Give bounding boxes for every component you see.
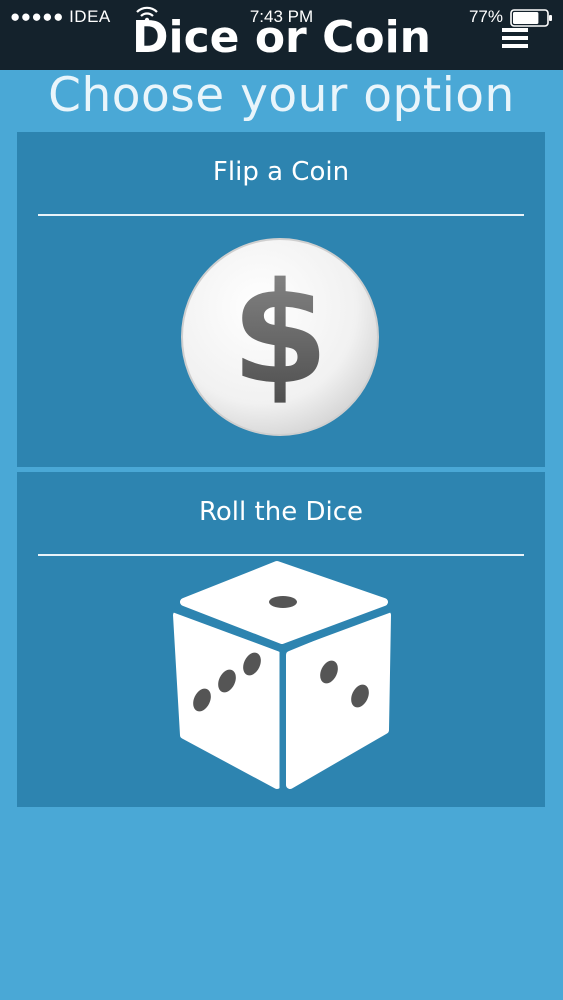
- dice-icon[interactable]: [172, 560, 392, 790]
- app-title: Dice or Coin: [131, 12, 432, 63]
- menu-button[interactable]: [502, 28, 530, 54]
- svg-text:$: $: [231, 253, 328, 416]
- flip-coin-option[interactable]: Flip a Coin $: [17, 132, 545, 467]
- hamburger-menu-icon: [502, 28, 530, 48]
- divider: [38, 554, 524, 556]
- roll-dice-option[interactable]: Roll the Dice: [17, 472, 545, 807]
- divider: [38, 214, 524, 216]
- dollar-coin-icon[interactable]: $: [180, 237, 380, 437]
- flip-coin-label: Flip a Coin: [212, 157, 350, 187]
- roll-dice-label: Roll the Dice: [199, 497, 363, 527]
- page-heading: Choose your option: [48, 68, 515, 123]
- top-bar: ●●●●● IDEA 7:43 PM 77% Dice or Coin: [0, 0, 563, 70]
